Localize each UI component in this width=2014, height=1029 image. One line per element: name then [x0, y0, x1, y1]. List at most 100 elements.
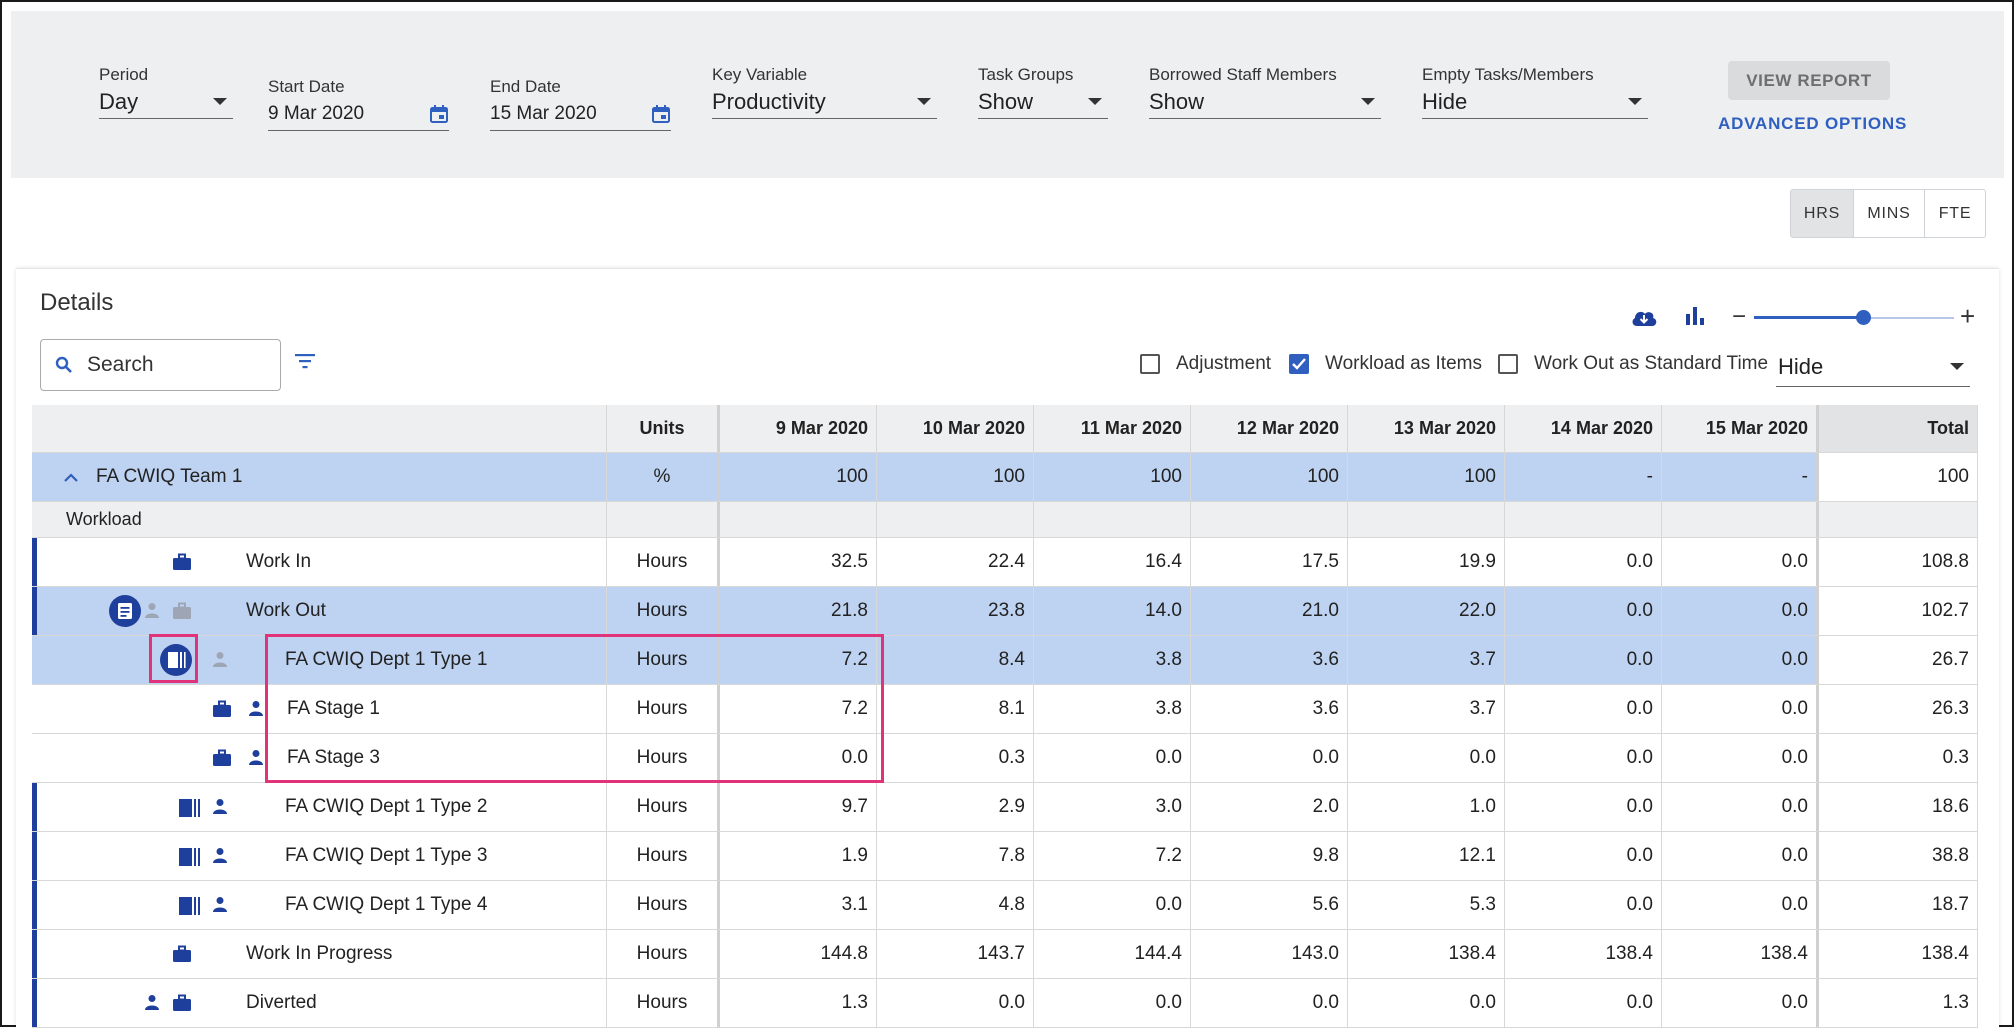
- total-column-header[interactable]: Total: [1819, 405, 1978, 452]
- value-cell: 23.8: [877, 587, 1034, 635]
- search-input[interactable]: Search: [40, 339, 281, 391]
- chevron-up-icon[interactable]: [64, 472, 78, 482]
- task-groups-select[interactable]: Task Groups Show: [978, 65, 1108, 119]
- checkbox-box[interactable]: [1140, 354, 1160, 374]
- units-cell: Hours: [607, 832, 720, 880]
- chevron-down-icon: [1628, 98, 1642, 105]
- units-cell: Hours: [607, 587, 720, 635]
- total-cell: 102.7: [1819, 587, 1978, 635]
- end-date-value: 15 Mar 2020: [490, 102, 597, 124]
- slider-thumb[interactable]: [1856, 310, 1871, 325]
- briefcase-icon[interactable]: [212, 749, 232, 767]
- advanced-options-link[interactable]: ADVANCED OPTIONS: [1718, 114, 1907, 134]
- table-row[interactable]: Diverted Hours 1.3 0.0 0.0 0.0 0.0 0.0 0.0 1.3: [32, 979, 1978, 1028]
- task-type-icon[interactable]: [178, 798, 200, 818]
- bar-chart-icon[interactable]: [1684, 305, 1706, 327]
- view-report-button[interactable]: VIEW REPORT: [1728, 61, 1890, 100]
- work-out-standard-checkbox[interactable]: Work Out as Standard Time: [1498, 353, 1768, 375]
- briefcase-icon[interactable]: [172, 945, 192, 963]
- annotation-highlight-icon: [149, 634, 198, 683]
- value-cell: 144.4: [1034, 930, 1191, 978]
- zoom-out-icon[interactable]: −: [1732, 303, 1746, 331]
- person-icon[interactable]: [248, 700, 264, 716]
- date-column-header[interactable]: 9 Mar 2020: [720, 405, 877, 452]
- checkbox-box[interactable]: [1498, 354, 1518, 374]
- table-row[interactable]: Work Out Hours 21.8 23.8 14.0 21.0 22.0 0.0 0.0 1…: [32, 587, 1978, 636]
- start-date-field[interactable]: Start Date 9 Mar 2020: [268, 77, 449, 131]
- start-date-label: Start Date: [268, 77, 345, 96]
- date-column-header[interactable]: 10 Mar 2020: [877, 405, 1034, 452]
- checkbox-box-checked[interactable]: [1289, 354, 1309, 374]
- table-row[interactable]: FA CWIQ Dept 1 Type 2 Hours 9.7 2.9 3.0 2.0 1.…: [32, 783, 1978, 832]
- calendar-icon[interactable]: [651, 104, 671, 124]
- briefcase-icon[interactable]: [172, 553, 192, 571]
- value-cell: 0.0: [1191, 734, 1348, 782]
- workload-as-items-checkbox[interactable]: Workload as Items: [1289, 353, 1482, 375]
- section-row-workload: Workload: [32, 502, 1978, 538]
- filter-icon[interactable]: [295, 353, 315, 369]
- adjustment-checkbox[interactable]: Adjustment: [1140, 353, 1271, 375]
- value-cell: 100: [1034, 453, 1191, 501]
- date-column-header[interactable]: 15 Mar 2020: [1662, 405, 1819, 452]
- person-icon[interactable]: [144, 994, 160, 1010]
- briefcase-icon[interactable]: [172, 994, 192, 1012]
- value-cell: 21.8: [720, 587, 877, 635]
- borrowed-staff-select[interactable]: Borrowed Staff Members Show: [1149, 65, 1381, 119]
- value-cell: 14.0: [1034, 587, 1191, 635]
- key-variable-select[interactable]: Key Variable Productivity: [712, 65, 937, 119]
- task-groups-label: Task Groups: [978, 65, 1074, 84]
- empty-cell: [1662, 502, 1819, 537]
- value-cell: 3.8: [1034, 685, 1191, 733]
- person-icon[interactable]: [248, 749, 264, 765]
- table-row[interactable]: FA CWIQ Dept 1 Type 3 Hours 1.9 7.8 7.2 9.8 12…: [32, 832, 1978, 881]
- person-icon[interactable]: [212, 651, 228, 667]
- person-icon[interactable]: [212, 896, 228, 912]
- value-cell: 7.8: [877, 832, 1034, 880]
- briefcase-icon[interactable]: [212, 700, 232, 718]
- table-row[interactable]: Work In Hours 32.5 22.4 16.4 17.5 19.9 0.0 0.0 10…: [32, 538, 1978, 587]
- value-cell: 0.0: [1662, 636, 1819, 684]
- team-row[interactable]: FA CWIQ Team 1 % 100 100 100 100 100 - -…: [32, 453, 1978, 502]
- total-cell: 26.7: [1819, 636, 1978, 684]
- person-icon[interactable]: [212, 847, 228, 863]
- total-cell: 18.7: [1819, 881, 1978, 929]
- task-type-icon[interactable]: [178, 896, 200, 916]
- zoom-in-icon[interactable]: +: [1960, 301, 1975, 332]
- period-select[interactable]: Period Day: [99, 65, 233, 119]
- value-cell: 0.0: [1662, 587, 1819, 635]
- date-column-header[interactable]: 13 Mar 2020: [1348, 405, 1505, 452]
- task-type-icon[interactable]: [178, 847, 200, 867]
- value-cell: 0.0: [1505, 783, 1662, 831]
- zoom-slider[interactable]: − +: [1732, 301, 1982, 333]
- task-group-icon[interactable]: [108, 594, 142, 628]
- value-cell: 19.9: [1348, 538, 1505, 586]
- unit-toggle-group: HRS MINS FTE: [1790, 189, 1986, 238]
- person-icon[interactable]: [212, 798, 228, 814]
- fte-toggle-button[interactable]: FTE: [1925, 190, 1985, 237]
- mins-toggle-button[interactable]: MINS: [1854, 190, 1925, 237]
- date-column-header[interactable]: 12 Mar 2020: [1191, 405, 1348, 452]
- date-column-header[interactable]: 11 Mar 2020: [1034, 405, 1191, 452]
- hrs-toggle-button[interactable]: HRS: [1791, 190, 1854, 237]
- date-column-header[interactable]: 14 Mar 2020: [1505, 405, 1662, 452]
- person-icon[interactable]: [144, 602, 160, 618]
- value-cell: 22.4: [877, 538, 1034, 586]
- borrowed-staff-value: Show: [1149, 88, 1205, 114]
- row-name: Work In Progress: [246, 943, 393, 964]
- row-name: FA CWIQ Dept 1 Type 3: [285, 845, 488, 866]
- value-cell: 0.0: [1505, 979, 1662, 1027]
- slider-fill: [1754, 316, 1862, 319]
- cloud-download-icon[interactable]: [1630, 307, 1658, 329]
- empty-tasks-value: Hide: [1422, 88, 1468, 114]
- value-cell: 17.5: [1191, 538, 1348, 586]
- end-date-field[interactable]: End Date 15 Mar 2020: [490, 77, 671, 131]
- total-cell: 1.3: [1819, 979, 1978, 1027]
- table-row[interactable]: Work In Progress Hours 144.8 143.7 144.4 143.…: [32, 930, 1978, 979]
- empty-tasks-select[interactable]: Empty Tasks/Members Hide: [1422, 65, 1648, 119]
- table-row[interactable]: FA CWIQ Dept 1 Type 4 Hours 3.1 4.8 0.0 5.6 5.…: [32, 881, 1978, 930]
- work-out-standard-label: Work Out as Standard Time: [1534, 353, 1769, 374]
- briefcase-icon[interactable]: [172, 602, 192, 620]
- calendar-icon[interactable]: [429, 104, 449, 124]
- display-mode-select[interactable]: Hide: [1776, 347, 1970, 387]
- value-cell: 3.0: [1034, 783, 1191, 831]
